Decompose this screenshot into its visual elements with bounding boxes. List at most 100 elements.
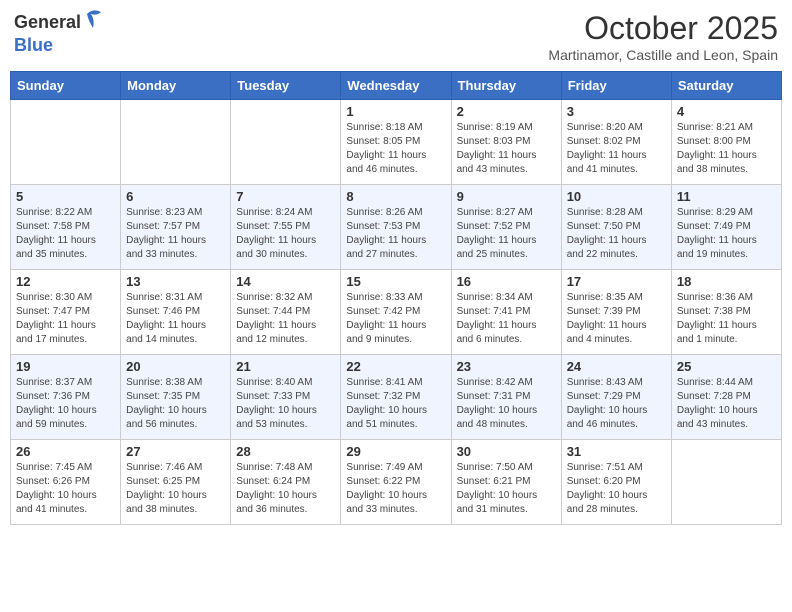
logo-text-blue: Blue [14, 35, 53, 55]
calendar-day-header: Tuesday [231, 72, 341, 100]
calendar-day-header: Sunday [11, 72, 121, 100]
calendar-cell: 21 Sunrise: 8:40 AM Sunset: 7:33 PM Dayli… [231, 355, 341, 440]
day-info: Sunrise: 8:43 AM Sunset: 7:29 PM Dayligh… [567, 376, 666, 432]
calendar-cell: 5 Sunrise: 8:22 AM Sunset: 7:58 PM Daylig… [11, 185, 121, 270]
calendar-cell: 28Sunrise: 7:48 AM Sunset: 6:24 PM Dayli… [231, 440, 341, 525]
calendar-week-row: 19Sunrise: 8:37 AM Sunset: 7:36 PM Dayli… [11, 355, 782, 440]
calendar-day-header: Thursday [451, 72, 561, 100]
day-info: Sunrise: 8:23 AM Sunset: 7:57 PM Dayligh… [126, 206, 225, 262]
calendar-cell: 14Sunrise: 8:32 AM Sunset: 7:44 PM Dayli… [231, 270, 341, 355]
day-number: 26 [16, 444, 115, 459]
day-info: Sunrise: 8:33 AM Sunset: 7:42 PM Dayligh… [346, 291, 445, 347]
day-number: 24 [567, 359, 666, 374]
calendar-cell: 1 Sunrise: 8:18 AM Sunset: 8:05 PM Daylig… [341, 100, 451, 185]
calendar-cell: 15 Sunrise: 8:33 AM Sunset: 7:42 PM Dayli… [341, 270, 451, 355]
day-number: 30 [457, 444, 556, 459]
calendar-cell: 26 Sunrise: 7:45 AM Sunset: 6:26 PM Dayli… [11, 440, 121, 525]
day-number: 23 [457, 359, 556, 374]
calendar-week-row: 5 Sunrise: 8:22 AM Sunset: 7:58 PM Daylig… [11, 185, 782, 270]
day-info: Sunrise: 8:28 AM Sunset: 7:50 PM Dayligh… [567, 206, 666, 262]
day-info: Sunrise: 8:38 AM Sunset: 7:35 PM Dayligh… [126, 376, 225, 432]
calendar-cell [231, 100, 341, 185]
day-info: Sunrise: 8:40 AM Sunset: 7:33 PM Dayligh… [236, 376, 335, 432]
calendar-table: SundayMondayTuesdayWednesdayThursdayFrid… [10, 71, 782, 525]
day-number: 31 [567, 444, 666, 459]
day-info: Sunrise: 8:21 AM Sunset: 8:00 PM Dayligh… [677, 121, 776, 177]
day-number: 28 [236, 444, 335, 459]
calendar-day-header: Monday [121, 72, 231, 100]
day-number: 27 [126, 444, 225, 459]
month-title: October 2025 [548, 10, 778, 47]
calendar-cell: 2Sunrise: 8:19 AM Sunset: 8:03 PM Daylig… [451, 100, 561, 185]
calendar-cell [11, 100, 121, 185]
logo-bird-icon [83, 6, 103, 36]
calendar-day-header: Wednesday [341, 72, 451, 100]
calendar-cell: 10 Sunrise: 8:28 AM Sunset: 7:50 PM Dayli… [561, 185, 671, 270]
day-info: Sunrise: 7:51 AM Sunset: 6:20 PM Dayligh… [567, 461, 666, 517]
day-info: Sunrise: 8:22 AM Sunset: 7:58 PM Dayligh… [16, 206, 115, 262]
day-number: 15 [346, 274, 445, 289]
calendar-cell [121, 100, 231, 185]
calendar-cell: 8Sunrise: 8:26 AM Sunset: 7:53 PM Daylig… [341, 185, 451, 270]
day-number: 6 [126, 189, 225, 204]
location-subtitle: Martinamor, Castille and Leon, Spain [548, 47, 778, 63]
day-info: Sunrise: 8:35 AM Sunset: 7:39 PM Dayligh… [567, 291, 666, 347]
day-number: 14 [236, 274, 335, 289]
day-number: 5 [16, 189, 115, 204]
page-header: General Blue October 2025 Martinamor, Ca… [10, 10, 782, 63]
calendar-cell: 13Sunrise: 8:31 AM Sunset: 7:46 PM Dayli… [121, 270, 231, 355]
calendar-day-header: Friday [561, 72, 671, 100]
day-number: 16 [457, 274, 556, 289]
day-info: Sunrise: 8:41 AM Sunset: 7:32 PM Dayligh… [346, 376, 445, 432]
calendar-cell: 24 Sunrise: 8:43 AM Sunset: 7:29 PM Dayli… [561, 355, 671, 440]
calendar-cell: 29Sunrise: 7:49 AM Sunset: 6:22 PM Dayli… [341, 440, 451, 525]
calendar-cell: 7 Sunrise: 8:24 AM Sunset: 7:55 PM Daylig… [231, 185, 341, 270]
day-info: Sunrise: 8:44 AM Sunset: 7:28 PM Dayligh… [677, 376, 776, 432]
calendar-cell: 11Sunrise: 8:29 AM Sunset: 7:49 PM Dayli… [671, 185, 781, 270]
calendar-cell: 4 Sunrise: 8:21 AM Sunset: 8:00 PM Daylig… [671, 100, 781, 185]
day-info: Sunrise: 8:27 AM Sunset: 7:52 PM Dayligh… [457, 206, 556, 262]
day-info: Sunrise: 7:45 AM Sunset: 6:26 PM Dayligh… [16, 461, 115, 517]
day-number: 25 [677, 359, 776, 374]
day-info: Sunrise: 8:42 AM Sunset: 7:31 PM Dayligh… [457, 376, 556, 432]
day-info: Sunrise: 8:20 AM Sunset: 8:02 PM Dayligh… [567, 121, 666, 177]
calendar-cell: 30Sunrise: 7:50 AM Sunset: 6:21 PM Dayli… [451, 440, 561, 525]
calendar-cell: 17 Sunrise: 8:35 AM Sunset: 7:39 PM Dayli… [561, 270, 671, 355]
calendar-cell: 9 Sunrise: 8:27 AM Sunset: 7:52 PM Daylig… [451, 185, 561, 270]
day-info: Sunrise: 8:29 AM Sunset: 7:49 PM Dayligh… [677, 206, 776, 262]
day-number: 17 [567, 274, 666, 289]
day-number: 1 [346, 104, 445, 119]
calendar-week-row: 12 Sunrise: 8:30 AM Sunset: 7:47 PM Dayli… [11, 270, 782, 355]
calendar-cell: 6 Sunrise: 8:23 AM Sunset: 7:57 PM Daylig… [121, 185, 231, 270]
logo-text-general: General [14, 13, 81, 33]
calendar-cell: 20 Sunrise: 8:38 AM Sunset: 7:35 PM Dayli… [121, 355, 231, 440]
calendar-cell: 23 Sunrise: 8:42 AM Sunset: 7:31 PM Dayli… [451, 355, 561, 440]
day-number: 13 [126, 274, 225, 289]
day-info: Sunrise: 7:49 AM Sunset: 6:22 PM Dayligh… [346, 461, 445, 517]
day-number: 9 [457, 189, 556, 204]
day-info: Sunrise: 8:24 AM Sunset: 7:55 PM Dayligh… [236, 206, 335, 262]
day-number: 7 [236, 189, 335, 204]
calendar-cell: 3 Sunrise: 8:20 AM Sunset: 8:02 PM Daylig… [561, 100, 671, 185]
calendar-week-row: 1 Sunrise: 8:18 AM Sunset: 8:05 PM Daylig… [11, 100, 782, 185]
day-info: Sunrise: 8:19 AM Sunset: 8:03 PM Dayligh… [457, 121, 556, 177]
logo: General Blue [14, 10, 103, 56]
day-info: Sunrise: 8:37 AM Sunset: 7:36 PM Dayligh… [16, 376, 115, 432]
day-info: Sunrise: 8:18 AM Sunset: 8:05 PM Dayligh… [346, 121, 445, 177]
day-info: Sunrise: 8:30 AM Sunset: 7:47 PM Dayligh… [16, 291, 115, 347]
day-info: Sunrise: 8:34 AM Sunset: 7:41 PM Dayligh… [457, 291, 556, 347]
calendar-cell: 22 Sunrise: 8:41 AM Sunset: 7:32 PM Dayli… [341, 355, 451, 440]
day-info: Sunrise: 8:36 AM Sunset: 7:38 PM Dayligh… [677, 291, 776, 347]
day-number: 10 [567, 189, 666, 204]
day-number: 3 [567, 104, 666, 119]
day-info: Sunrise: 7:46 AM Sunset: 6:25 PM Dayligh… [126, 461, 225, 517]
day-number: 12 [16, 274, 115, 289]
calendar-cell: 19Sunrise: 8:37 AM Sunset: 7:36 PM Dayli… [11, 355, 121, 440]
calendar-cell: 27 Sunrise: 7:46 AM Sunset: 6:25 PM Dayli… [121, 440, 231, 525]
title-block: October 2025 Martinamor, Castille and Le… [548, 10, 778, 63]
day-number: 20 [126, 359, 225, 374]
calendar-header-row: SundayMondayTuesdayWednesdayThursdayFrid… [11, 72, 782, 100]
day-number: 4 [677, 104, 776, 119]
day-number: 21 [236, 359, 335, 374]
day-number: 22 [346, 359, 445, 374]
